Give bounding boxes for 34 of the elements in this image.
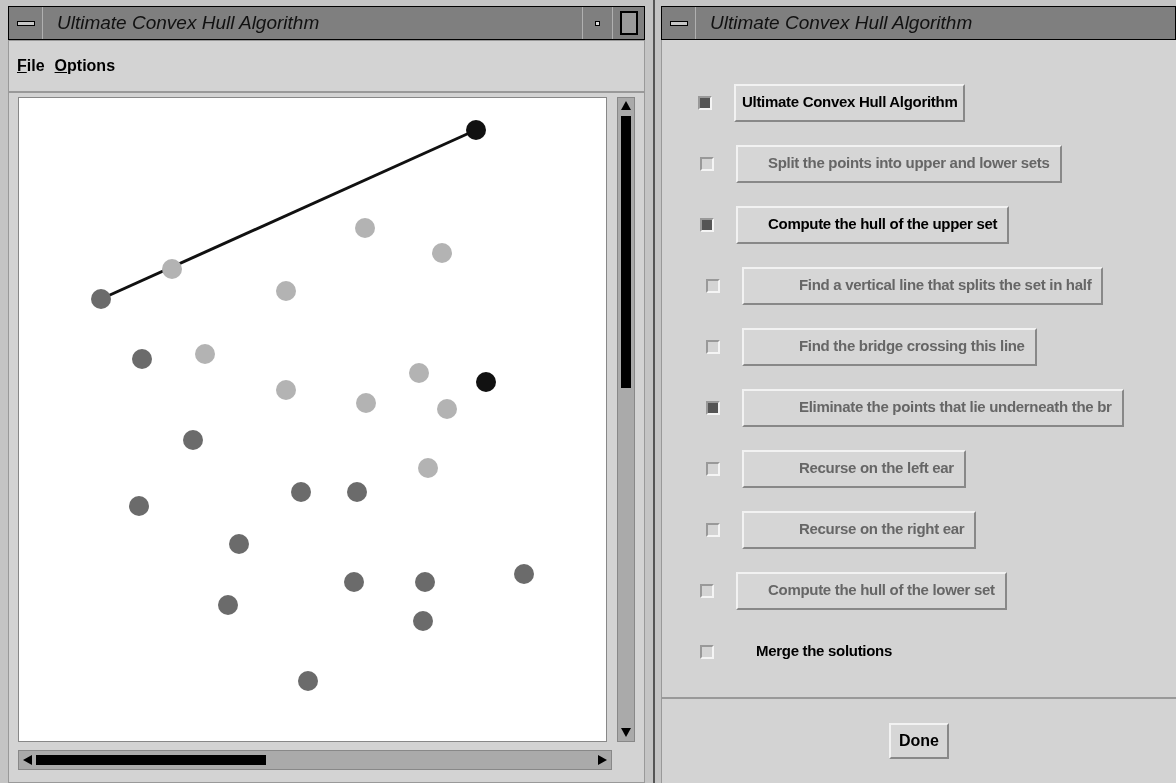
scrollbar-thumb[interactable] — [621, 116, 632, 388]
minus-icon — [669, 20, 688, 26]
checkbox[interactable] — [706, 522, 720, 537]
checkbox[interactable] — [700, 217, 714, 232]
checkbox[interactable] — [706, 339, 720, 354]
down-arrow-icon[interactable] — [621, 728, 632, 737]
step-button[interactable]: Recurse on the left ear — [742, 449, 966, 488]
checkbox[interactable] — [700, 156, 714, 171]
step-button[interactable]: Ultimate Convex Hull Algorithm — [734, 83, 966, 122]
checkbox[interactable] — [706, 400, 720, 415]
done-button[interactable]: Done — [889, 723, 949, 759]
step-button[interactable]: Find the bridge crossing this line — [742, 327, 1037, 366]
horizontal-scrollbar[interactable] — [18, 750, 612, 770]
window-title: Ultimate Convex Hull Algorithm — [57, 10, 321, 35]
step-button[interactable]: Compute the hull of the upper set — [736, 205, 1010, 244]
scrollbar-thumb[interactable] — [36, 755, 266, 765]
window-title: Ultimate Convex Hull Algorithm — [710, 10, 974, 35]
checkbox[interactable] — [698, 95, 712, 110]
menu-item[interactable]: File — [17, 54, 45, 78]
square-icon — [619, 11, 638, 35]
menu-item[interactable]: Options — [54, 54, 116, 78]
step-button[interactable]: Compute the hull of the lower set — [736, 571, 1007, 610]
step-button[interactable]: Split the points into upper and lower sets — [736, 144, 1062, 183]
checkbox[interactable] — [700, 583, 714, 598]
step-label: Merge the solutions — [756, 641, 892, 662]
step-button[interactable]: Recurse on the right ear — [742, 510, 977, 549]
vertical-scrollbar[interactable] — [617, 97, 635, 742]
minus-icon — [16, 20, 35, 26]
right-arrow-icon[interactable] — [598, 755, 607, 765]
step-button[interactable]: Find a vertical line that splits the set in half — [742, 266, 1104, 305]
checkbox[interactable] — [706, 278, 720, 293]
step-button[interactable]: Eliminate the points that lie underneath the br — [742, 388, 1124, 427]
checkbox[interactable] — [700, 644, 714, 659]
checkbox[interactable] — [706, 461, 720, 476]
